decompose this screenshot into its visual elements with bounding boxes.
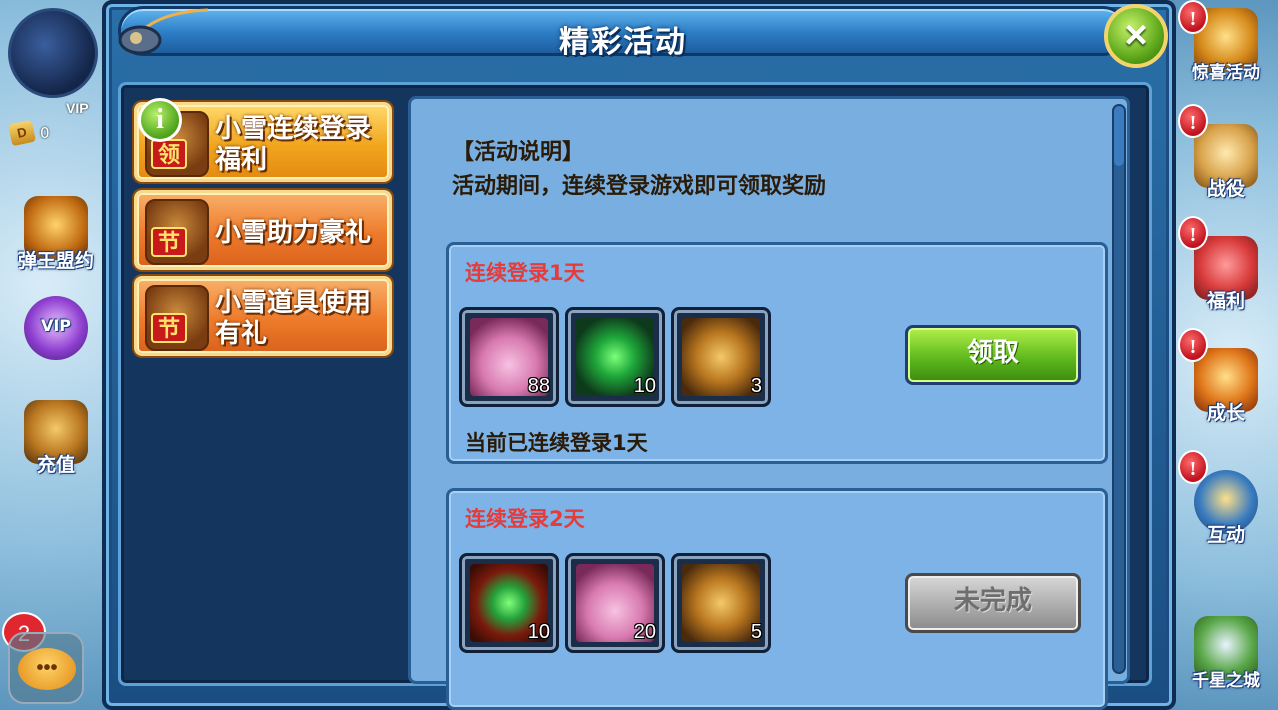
vip-level-label: VIP bbox=[66, 100, 89, 116]
tab-label: 小雪道具使用有礼 bbox=[215, 288, 372, 349]
item-count: 10 bbox=[633, 375, 656, 397]
menu-star-city[interactable]: 千星之城 bbox=[1176, 616, 1276, 691]
reward-item-slot[interactable]: 10 bbox=[459, 553, 559, 653]
gold-chest-icon bbox=[682, 564, 760, 642]
item-count: 3 bbox=[750, 375, 762, 397]
chat-bubble-icon: ••• bbox=[18, 648, 76, 690]
coin-icon: D bbox=[7, 119, 37, 147]
treasure-chest-icon: 节 bbox=[145, 285, 209, 351]
chat-button[interactable]: ••• bbox=[8, 632, 84, 704]
coin-counter: D 0 bbox=[7, 119, 50, 147]
incomplete-button[interactable]: 未完成 bbox=[905, 573, 1081, 633]
alert-badge-interact: ! bbox=[1178, 450, 1208, 484]
gold-chest-icon bbox=[682, 318, 760, 396]
menu-interact-label: 互动 bbox=[1206, 524, 1245, 546]
reward-item-slot[interactable]: 3 bbox=[671, 307, 771, 407]
activity-desc-title: 【活动说明】 bbox=[452, 140, 585, 165]
reward-item-slot[interactable]: 10 bbox=[565, 307, 665, 407]
tab-tag-festival: 节 bbox=[151, 313, 187, 343]
menu-surprise-label: 惊喜活动 bbox=[1192, 63, 1260, 83]
close-button[interactable]: × bbox=[1104, 4, 1168, 68]
menu-alliance[interactable]: 弹王盟约 bbox=[6, 196, 106, 273]
scrollbar-thumb[interactable] bbox=[1114, 106, 1124, 166]
menu-welfare-label: 福利 bbox=[1206, 290, 1245, 312]
tab-label: 小雪助力豪礼 bbox=[215, 217, 372, 248]
alert-badge-growth: ! bbox=[1178, 328, 1208, 362]
treasure-chest-icon: 节 bbox=[145, 199, 209, 265]
menu-recharge[interactable]: 充值 bbox=[6, 400, 106, 477]
tab-tag-festival: 节 bbox=[151, 227, 187, 257]
item-count: 10 bbox=[527, 621, 550, 643]
dialog-title: 精彩活动 bbox=[559, 25, 687, 60]
info-icon: i bbox=[138, 98, 182, 142]
reward-card-day1: 连续登录1天 88 10 3 领取 当前已连续登录1天 bbox=[446, 242, 1108, 464]
item-count: 5 bbox=[750, 621, 762, 643]
claim-button[interactable]: 领取 bbox=[905, 325, 1081, 385]
coin-value: 0 bbox=[40, 124, 50, 142]
alert-badge-surprise: ! bbox=[1178, 0, 1208, 34]
alert-badge-welfare: ! bbox=[1178, 216, 1208, 250]
tab-boost-gift[interactable]: 节 小雪助力豪礼 bbox=[134, 190, 392, 270]
rocket-icon bbox=[118, 8, 209, 55]
reward-card-title: 连续登录2天 bbox=[465, 507, 585, 531]
menu-alliance-label: 弹王盟约 bbox=[17, 250, 94, 272]
reward-card-day2: 连续登录2天 10 20 5 未完成 bbox=[446, 488, 1108, 710]
reward-item-slot[interactable]: 20 bbox=[565, 553, 665, 653]
activity-desc-text: 活动期间，连续登录游戏即可领取奖励 bbox=[452, 174, 827, 199]
reward-item-slot[interactable]: 88 bbox=[459, 307, 559, 407]
menu-vip[interactable]: VIP bbox=[6, 296, 106, 360]
menu-growth-label: 成长 bbox=[1206, 402, 1245, 424]
dialog-title-bar: 精彩活动 bbox=[118, 6, 1128, 60]
menu-vip-label: VIP bbox=[40, 316, 72, 335]
login-status-text: 当前已连续登录1天 bbox=[465, 431, 648, 455]
item-count: 88 bbox=[527, 375, 550, 397]
menu-campaign-label: 战役 bbox=[1206, 178, 1245, 200]
reward-card-title: 连续登录1天 bbox=[465, 261, 585, 285]
reward-item-slot[interactable]: 5 bbox=[671, 553, 771, 653]
content-scrollbar[interactable] bbox=[1112, 104, 1126, 674]
player-avatar[interactable] bbox=[8, 8, 98, 98]
tab-tag-claim: 领 bbox=[151, 139, 187, 169]
alert-badge-campaign: ! bbox=[1178, 104, 1208, 138]
tab-item-use-gift[interactable]: 节 小雪道具使用有礼 bbox=[134, 276, 392, 356]
menu-recharge-label: 充值 bbox=[36, 454, 75, 476]
item-count: 20 bbox=[633, 621, 656, 643]
menu-star-city-label: 千星之城 bbox=[1192, 671, 1260, 691]
tab-label: 小雪连续登录福利 bbox=[215, 114, 372, 175]
